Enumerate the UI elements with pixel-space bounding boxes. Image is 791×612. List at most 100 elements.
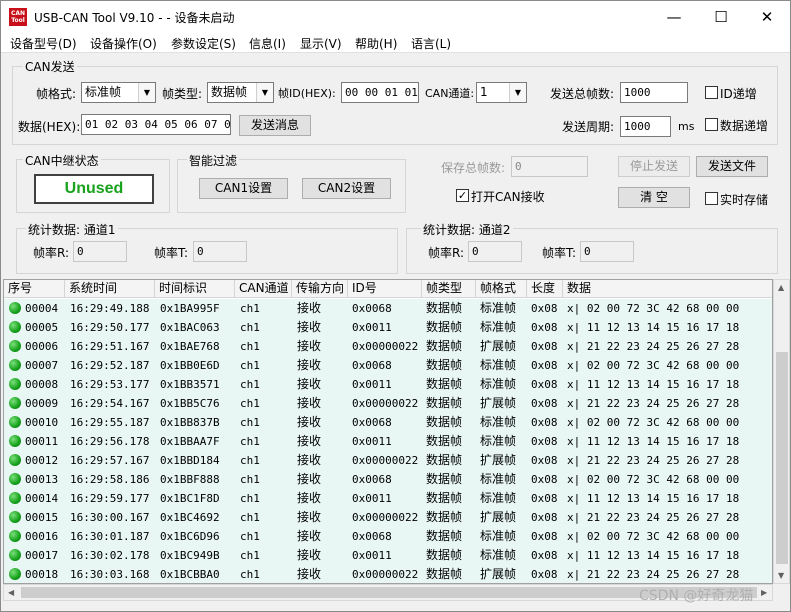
table-row[interactable]: 00007 16:29:52.187 0x1BB0E6D ch1 接收 0x0068 数据帧…	[4, 356, 772, 375]
send-message-button[interactable]: 发送消息	[239, 115, 311, 136]
can1-settings-button[interactable]: CAN1设置	[199, 178, 288, 199]
maximize-icon[interactable]: ☐	[698, 1, 744, 33]
col-header-index[interactable]: 序号	[4, 280, 65, 298]
cell-length: 0x08	[531, 492, 558, 505]
menu-language[interactable]: 语言(L)	[411, 35, 451, 52]
scroll-right-icon[interactable]: ▶	[761, 588, 767, 597]
cell-frame-type: 数据帧	[426, 491, 463, 505]
data-increment-checkbox[interactable]	[705, 118, 718, 131]
cell-data: x| 11 12 13 14 15 16 17 18	[567, 492, 740, 505]
cell-index: 00013	[25, 473, 59, 486]
ch2-rate-r-label: 帧率R:	[428, 246, 465, 260]
table-row[interactable]: 00017 16:30:02.178 0x1BC949B ch1 接收 0x0011 数据帧…	[4, 546, 772, 565]
scroll-down-icon[interactable]: ▼	[778, 571, 784, 580]
table-row[interactable]: 00013 16:29:58.186 0x1BBF888 ch1 接收 0x0068 数据帧…	[4, 470, 772, 489]
clear-button[interactable]: 清 空	[618, 187, 690, 208]
cell-frame-format: 标准帧	[480, 358, 517, 372]
can-channel-select[interactable]: 1 ▼	[476, 82, 527, 103]
cell-can-channel: ch1	[240, 511, 260, 524]
cell-frame-format: 标准帧	[480, 320, 517, 334]
cell-data: x| 02 00 72 3C 42 68 00 00	[567, 359, 740, 372]
cell-direction: 接收	[297, 339, 322, 353]
id-increment-checkbox[interactable]	[705, 86, 718, 99]
status-dot-icon	[9, 492, 21, 504]
table-row[interactable]: 00015 16:30:00.167 0x1BC4692 ch1 接收 0x0000002…	[4, 508, 772, 527]
menu-help[interactable]: 帮助(H)	[355, 35, 397, 52]
frame-format-select[interactable]: 标准帧 ▼	[81, 82, 156, 103]
col-header-id[interactable]: ID号	[348, 280, 422, 298]
cell-system-time: 16:30:02.178	[70, 549, 150, 562]
col-header-direction[interactable]: 传输方向	[292, 280, 348, 298]
message-table[interactable]: 序号 系统时间 时间标识 CAN通道 传输方向 ID号 帧类型 帧格式 长度 数…	[3, 279, 773, 584]
frame-id-input[interactable]: 00 00 01 01	[341, 82, 419, 103]
cell-data: x| 21 22 23 24 25 26 27 28	[567, 454, 740, 467]
scroll-up-icon[interactable]: ▲	[778, 283, 784, 292]
frame-type-select[interactable]: 数据帧 ▼	[207, 82, 274, 103]
status-dot-icon	[9, 549, 21, 561]
cell-direction: 接收	[297, 377, 322, 391]
vertical-scrollbar[interactable]: ▲ ▼	[773, 279, 790, 584]
realtime-save-label: 实时存储	[720, 193, 769, 207]
col-header-can-channel[interactable]: CAN通道	[235, 280, 292, 298]
menu-parameter-settings[interactable]: 参数设定(S)	[171, 35, 236, 52]
data-hex-input[interactable]: 01 02 03 04 05 06 07 08	[81, 114, 231, 135]
total-frames-label: 发送总帧数:	[550, 87, 615, 101]
ch1-rate-t-value: 0	[193, 241, 247, 262]
can2-settings-button[interactable]: CAN2设置	[302, 178, 391, 199]
table-row[interactable]: 00016 16:30:01.187 0x1BC6D96 ch1 接收 0x0068 数据帧…	[4, 527, 772, 546]
stop-send-button[interactable]: 停止发送	[618, 156, 690, 177]
can-send-group-title: CAN发送	[23, 58, 77, 75]
menu-device-operation[interactable]: 设备操作(O)	[90, 35, 157, 52]
cell-system-time: 16:29:56.178	[70, 435, 150, 448]
ch2-rate-r-value: 0	[468, 241, 522, 262]
cell-frame-format: 标准帧	[480, 472, 517, 486]
cell-length: 0x08	[531, 511, 558, 524]
realtime-save-checkbox[interactable]	[705, 192, 718, 205]
cell-frame-type: 数据帧	[426, 472, 463, 486]
open-can-receive-checkbox[interactable]: ✓	[456, 189, 469, 202]
ch2-rate-t-value: 0	[580, 241, 634, 262]
table-row[interactable]: 00011 16:29:56.178 0x1BBAA7F ch1 接收 0x0011 数据帧…	[4, 432, 772, 451]
send-file-button[interactable]: 发送文件	[696, 156, 768, 177]
vertical-scroll-thumb[interactable]	[776, 352, 788, 564]
col-header-length[interactable]: 长度	[527, 280, 563, 298]
scroll-left-icon[interactable]: ◀	[8, 588, 14, 597]
window-title: USB-CAN Tool V9.10 - - 设备未启动	[34, 11, 235, 25]
title-bar[interactable]: CAN Tool USB-CAN Tool V9.10 - - 设备未启动 — …	[1, 1, 790, 33]
cell-system-time: 16:30:03.168	[70, 568, 150, 581]
cell-frame-format: 扩展帧	[480, 510, 517, 524]
menu-display[interactable]: 显示(V)	[300, 35, 342, 52]
table-row[interactable]: 00006 16:29:51.167 0x1BAE768 ch1 接收 0x0000002…	[4, 337, 772, 356]
cell-index: 00014	[25, 492, 59, 505]
col-header-data[interactable]: 数据	[563, 280, 772, 298]
col-header-frame-type[interactable]: 帧类型	[422, 280, 476, 298]
cell-index: 00012	[25, 454, 59, 467]
cell-can-channel: ch1	[240, 473, 260, 486]
cell-direction: 接收	[297, 320, 322, 334]
table-row[interactable]: 00010 16:29:55.187 0x1BB837B ch1 接收 0x0068 数据帧…	[4, 413, 772, 432]
table-row[interactable]: 00005 16:29:50.177 0x1BAC063 ch1 接收 0x0011 数据帧…	[4, 318, 772, 337]
total-frames-input[interactable]: 1000	[620, 82, 688, 103]
cell-index: 00008	[25, 378, 59, 391]
menu-device-model[interactable]: 设备型号(D)	[10, 35, 77, 52]
send-period-input[interactable]: 1000	[620, 116, 671, 137]
cell-system-time: 16:29:52.187	[70, 359, 150, 372]
table-row[interactable]: 00009 16:29:54.167 0x1BB5C76 ch1 接收 0x0000002…	[4, 394, 772, 413]
cell-system-time: 16:30:01.187	[70, 530, 150, 543]
close-icon[interactable]: ✕	[744, 1, 790, 33]
table-row[interactable]: 00008 16:29:53.177 0x1BB3571 ch1 接收 0x0011 数据帧…	[4, 375, 772, 394]
table-row[interactable]: 00004 16:29:49.188 0x1BA995F ch1 接收 0x0068 数据帧…	[4, 299, 772, 318]
col-header-system-time[interactable]: 系统时间	[65, 280, 155, 298]
menu-info[interactable]: 信息(I)	[249, 35, 286, 52]
cell-length: 0x08	[531, 378, 558, 391]
col-header-timestamp[interactable]: 时间标识	[155, 280, 235, 298]
col-header-frame-format[interactable]: 帧格式	[476, 280, 527, 298]
table-row[interactable]: 00012 16:29:57.167 0x1BBD184 ch1 接收 0x0000002…	[4, 451, 772, 470]
ch1-rate-r-value: 0	[73, 241, 127, 262]
table-row[interactable]: 00018 16:30:03.168 0x1BCBBA0 ch1 接收 0x0000002…	[4, 565, 772, 583]
minimize-icon[interactable]: —	[651, 1, 697, 33]
cell-index: 00016	[25, 530, 59, 543]
cell-system-time: 16:29:57.167	[70, 454, 150, 467]
status-dot-icon	[9, 359, 21, 371]
table-row[interactable]: 00014 16:29:59.177 0x1BC1F8D ch1 接收 0x0011 数据帧…	[4, 489, 772, 508]
